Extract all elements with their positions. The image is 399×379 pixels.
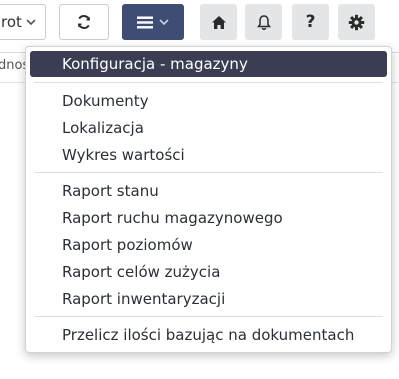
menu-item-raport-ruchu-magazynowego[interactable]: Raport ruchu magazynowego (30, 205, 387, 231)
menu-item-raport-stanu[interactable]: Raport stanu (30, 178, 387, 204)
notifications-button[interactable] (245, 4, 282, 40)
bell-icon (256, 14, 272, 31)
hamburger-icon (137, 16, 153, 29)
home-button[interactable] (200, 4, 237, 40)
menu-divider (34, 316, 383, 317)
question-icon: ? (305, 12, 316, 32)
gear-icon (348, 14, 365, 31)
menu-divider (34, 172, 383, 173)
page: rot ? dnos Konfiguracja - magazyny Dokum… (0, 0, 399, 379)
period-dropdown-label: rot (1, 13, 22, 31)
menu-item-przelicz-ilosci[interactable]: Przelicz ilości bazując na dokumentach (30, 322, 387, 348)
home-icon (211, 15, 227, 30)
refresh-icon (75, 13, 93, 31)
menu-item-dokumenty[interactable]: Dokumenty (30, 88, 387, 114)
menu-item-raport-celow-zuzycia[interactable]: Raport celów zużycia (30, 259, 387, 285)
period-dropdown[interactable]: rot (0, 4, 46, 40)
menu-item-wykres-wartosci[interactable]: Wykres wartości (30, 142, 387, 168)
menu-toggle-button[interactable] (122, 4, 184, 40)
menu-divider (34, 82, 383, 83)
toolbar: rot ? (0, 0, 399, 44)
menu-item-raport-poziomow[interactable]: Raport poziomów (30, 232, 387, 258)
settings-button[interactable] (338, 4, 375, 40)
chevron-down-icon (26, 18, 36, 26)
dropdown-menu: Konfiguracja - magazyny Dokumenty Lokali… (25, 46, 392, 353)
menu-item-konfiguracja-magazyny[interactable]: Konfiguracja - magazyny (30, 51, 387, 77)
menu-item-raport-inwentaryzacji[interactable]: Raport inwentaryzacji (30, 286, 387, 312)
help-button[interactable]: ? (292, 4, 329, 40)
refresh-button[interactable] (59, 4, 109, 40)
chevron-down-icon (159, 18, 169, 26)
menu-item-lokalizacja[interactable]: Lokalizacja (30, 115, 387, 141)
